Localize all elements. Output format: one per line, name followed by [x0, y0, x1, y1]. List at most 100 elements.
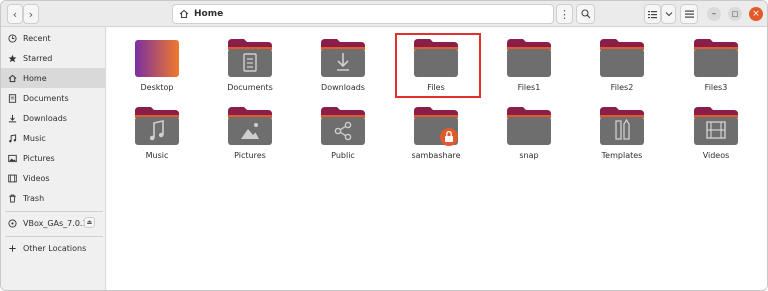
- selection-highlight: [395, 33, 481, 98]
- folder-item-desktop[interactable]: Desktop: [112, 29, 202, 93]
- downloads-folder-icon: [321, 39, 365, 77]
- sidebar-item-pictures[interactable]: Pictures: [1, 148, 105, 168]
- document-icon: [8, 93, 17, 103]
- file-label: Desktop: [140, 83, 174, 92]
- clock-icon: [8, 33, 17, 43]
- file-label: Downloads: [321, 83, 365, 92]
- more-icon: ⋮: [559, 7, 570, 21]
- sidebar-divider: [5, 236, 103, 237]
- home-icon: [179, 9, 189, 19]
- music-folder-icon: [135, 107, 179, 145]
- sidebar-item-label: VBox_GAs_7.0.10: [23, 218, 93, 228]
- close-button[interactable]: ×: [749, 7, 763, 21]
- view-options-button[interactable]: [661, 4, 676, 24]
- folder-item-sambashare[interactable]: sambashare: [391, 97, 481, 161]
- sidebar: Recent Starred Home Documents Downloads …: [1, 27, 106, 290]
- sidebar-item-label: Home: [23, 73, 47, 83]
- sidebar-item-starred[interactable]: Starred: [1, 48, 105, 68]
- sidebar-item-videos[interactable]: Videos: [1, 168, 105, 188]
- disc-icon: [8, 218, 17, 228]
- minimize-icon: –: [711, 9, 717, 19]
- chevron-right-icon: ›: [28, 7, 34, 21]
- sidebar-item-label: Pictures: [23, 153, 55, 163]
- sidebar-item-label: Documents: [23, 93, 69, 103]
- path-menu-button[interactable]: ⋮: [556, 4, 573, 24]
- list-view-icon: [648, 10, 657, 18]
- lock-icon: [440, 128, 458, 146]
- sidebar-item-label: Recent: [23, 33, 51, 43]
- file-label: Documents: [227, 83, 273, 92]
- folder-icon: [507, 39, 551, 77]
- sidebar-item-label: Downloads: [23, 113, 67, 123]
- folder-item-downloads[interactable]: Downloads: [298, 29, 388, 93]
- file-label: snap: [519, 151, 539, 160]
- minimize-button[interactable]: –: [707, 7, 721, 21]
- plus-icon: [9, 244, 16, 252]
- sidebar-item-downloads[interactable]: Downloads: [1, 108, 105, 128]
- chevron-left-icon: ‹: [12, 7, 18, 21]
- folder-item-public[interactable]: Public: [298, 97, 388, 161]
- sidebar-item-music[interactable]: Music: [1, 128, 105, 148]
- path-home-label: Home: [194, 9, 224, 19]
- sidebar-item-label: Other Locations: [23, 243, 87, 253]
- sidebar-item-recent[interactable]: Recent: [1, 28, 105, 48]
- sidebar-item-documents[interactable]: Documents: [1, 88, 105, 108]
- music-icon: [9, 133, 17, 142]
- hamburger-icon: [684, 10, 694, 18]
- folder-item-music[interactable]: Music: [112, 97, 202, 161]
- video-icon: [8, 174, 17, 182]
- sidebar-item-label: Music: [23, 133, 46, 143]
- folder-item-snap[interactable]: snap: [484, 97, 574, 161]
- trash-icon: [9, 194, 16, 203]
- sidebar-item-label: Trash: [23, 193, 45, 203]
- sidebar-item-label: Starred: [23, 53, 53, 63]
- folder-icon: [414, 107, 458, 146]
- file-manager-window: ‹ › Home ⋮ – □ × Recent Starred Home Doc…: [0, 0, 768, 291]
- file-label: sambashare: [411, 151, 461, 160]
- file-label: Files1: [517, 83, 541, 92]
- folder-item-files2[interactable]: Files2: [577, 29, 667, 93]
- desktop-folder-icon: [135, 40, 179, 77]
- sidebar-item-label: Videos: [23, 173, 50, 183]
- picture-icon: [8, 154, 17, 162]
- file-label: Videos: [702, 151, 730, 160]
- folder-item-videos[interactable]: Videos: [671, 97, 761, 161]
- maximize-button[interactable]: □: [728, 7, 742, 21]
- download-icon: [8, 114, 17, 122]
- header-bar: ‹ › Home ⋮ – □ ×: [1, 1, 767, 27]
- file-label: Files2: [610, 83, 634, 92]
- chevron-down-icon: [665, 12, 672, 17]
- sidebar-item-home[interactable]: Home: [1, 68, 105, 88]
- forward-button[interactable]: ›: [23, 4, 39, 24]
- back-button[interactable]: ‹: [7, 4, 23, 24]
- folder-icon: [600, 39, 644, 77]
- eject-icon: ⏏: [86, 219, 93, 226]
- file-label: Files3: [704, 83, 728, 92]
- home-icon: [8, 74, 17, 82]
- sidebar-item-trash[interactable]: Trash: [1, 188, 105, 208]
- path-bar[interactable]: Home: [172, 4, 554, 24]
- folder-item-files3[interactable]: Files3: [671, 29, 761, 93]
- folder-icon: [507, 107, 551, 145]
- folder-item-files1[interactable]: Files1: [484, 29, 574, 93]
- folder-item-documents[interactable]: Documents: [205, 29, 295, 93]
- folder-icon: [694, 39, 738, 77]
- file-grid: Desktop Documents Downloads Files Files1…: [107, 28, 767, 290]
- sidebar-item-vbox-device[interactable]: VBox_GAs_7.0.10 ⏏: [1, 213, 105, 233]
- sidebar-item-other-locations[interactable]: Other Locations: [1, 238, 105, 258]
- maximize-icon: □: [731, 10, 739, 18]
- documents-folder-icon: [228, 39, 272, 77]
- main-menu-button[interactable]: [680, 4, 698, 24]
- view-list-button[interactable]: [644, 4, 661, 24]
- file-label: Pictures: [234, 151, 266, 160]
- close-icon: ×: [752, 9, 760, 19]
- pictures-folder-icon: [228, 107, 272, 145]
- file-label: Templates: [601, 151, 643, 160]
- sidebar-divider: [5, 211, 103, 212]
- eject-button[interactable]: ⏏: [84, 217, 95, 228]
- folder-item-templates[interactable]: Templates: [577, 97, 667, 161]
- file-label: Public: [331, 151, 355, 160]
- folder-item-pictures[interactable]: Pictures: [205, 97, 295, 161]
- search-button[interactable]: [576, 4, 595, 24]
- public-folder-icon: [321, 107, 365, 145]
